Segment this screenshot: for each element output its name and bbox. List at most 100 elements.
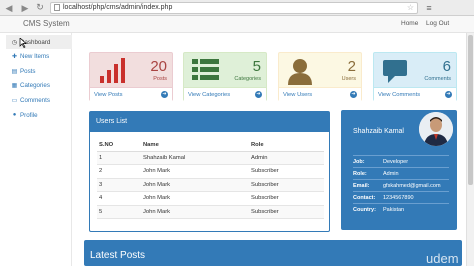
comments-count: 6 bbox=[442, 58, 451, 75]
profile-key: Job: bbox=[353, 158, 365, 165]
users-label: Users bbox=[341, 76, 356, 82]
sidebar: ◷ Dashboard ✚ New Items ▤ Posts ▦ Catego… bbox=[6, 33, 72, 266]
cell-role: Subscriber bbox=[251, 164, 324, 179]
table-row: 5 John Mark Subscriber bbox=[97, 205, 324, 219]
view-categories-text: View Categories bbox=[188, 91, 231, 98]
sidebar-item-categories[interactable]: ▦ Categories bbox=[6, 78, 72, 92]
profile-country-row: Country: Pakistan bbox=[353, 203, 449, 215]
comments-card-body: 6 Comments bbox=[374, 53, 456, 87]
arrow-right-icon: ➜ bbox=[161, 91, 168, 98]
comments-card: 6 Comments View Comments ➜ bbox=[373, 52, 457, 101]
view-users-text: View Users bbox=[283, 91, 313, 98]
cell-name: John Mark bbox=[143, 205, 251, 219]
profile-value: 1234567890 bbox=[383, 194, 414, 201]
profile-role-row: Role: Admin bbox=[353, 167, 449, 179]
arrow-right-icon: ➜ bbox=[445, 91, 452, 98]
cell-sno: 4 bbox=[97, 191, 143, 206]
cell-role: Admin bbox=[251, 151, 324, 165]
header-sno: S.NO bbox=[97, 140, 143, 152]
users-card-body: 2 Users bbox=[279, 53, 361, 87]
table-row: 1 Shahzaib Kamal Admin bbox=[97, 151, 324, 165]
user-icon: ● bbox=[12, 112, 17, 118]
user-silhouette-icon bbox=[288, 59, 312, 85]
list-grid-icon bbox=[192, 59, 219, 80]
bar-chart-icon bbox=[100, 58, 125, 83]
sidebar-item-label: Posts bbox=[20, 67, 36, 75]
forward-icon[interactable]: ▶ bbox=[18, 1, 32, 15]
posts-count: 20 bbox=[150, 58, 167, 75]
cell-name: John Mark bbox=[143, 164, 251, 179]
comment-icon: ▭ bbox=[11, 97, 18, 104]
mouse-cursor-icon bbox=[19, 38, 27, 48]
profile-name: Shahzaib Kamal bbox=[353, 128, 404, 135]
view-posts-link[interactable]: View Posts ➜ bbox=[90, 87, 172, 101]
latest-posts-title: Latest Posts bbox=[90, 250, 146, 261]
table-row: 3 John Mark Subscriber bbox=[97, 178, 324, 192]
profile-panel: Shahzaib Kamal Job: Developer Role: Admi… bbox=[341, 110, 457, 230]
reload-icon[interactable]: ↻ bbox=[34, 2, 46, 13]
comments-label: Comments bbox=[424, 76, 451, 82]
cell-sno: 1 bbox=[97, 151, 143, 165]
cell-sno: 3 bbox=[97, 178, 143, 192]
sidebar-item-comments[interactable]: ▭ Comments bbox=[6, 93, 72, 107]
bookmark-star-icon[interactable]: ☆ bbox=[407, 3, 414, 12]
view-comments-link[interactable]: View Comments ➜ bbox=[374, 87, 456, 101]
back-icon[interactable]: ◀ bbox=[2, 1, 16, 15]
cell-role: Subscriber bbox=[251, 191, 324, 206]
sidebar-item-dashboard[interactable]: ◷ Dashboard bbox=[6, 35, 72, 49]
cell-name: John Mark bbox=[143, 178, 251, 192]
categories-card-body: 5 Categories bbox=[184, 53, 266, 87]
sidebar-item-profile[interactable]: ● Profile bbox=[6, 108, 72, 122]
home-link[interactable]: Home bbox=[401, 20, 418, 27]
page-scrollbar[interactable] bbox=[466, 33, 474, 266]
profile-value: Admin bbox=[383, 170, 399, 177]
users-card: 2 Users View Users ➜ bbox=[278, 52, 362, 101]
cell-sno: 5 bbox=[97, 205, 143, 219]
avatar bbox=[419, 112, 453, 146]
scroll-thumb[interactable] bbox=[468, 35, 473, 185]
table-row: 2 John Mark Subscriber bbox=[97, 164, 324, 179]
table-header-row: S.NO Name Role bbox=[97, 140, 324, 152]
browser-menu-icon[interactable]: ≡ bbox=[424, 3, 434, 13]
folder-icon: ▦ bbox=[11, 82, 18, 89]
header-name: Name bbox=[143, 140, 251, 152]
cell-role: Subscriber bbox=[251, 178, 324, 192]
avatar-photo-icon bbox=[419, 112, 453, 146]
view-categories-link[interactable]: View Categories ➜ bbox=[184, 87, 266, 101]
url-text: localhost/php/cms/admin/index.php bbox=[63, 4, 173, 11]
latest-posts-panel: Latest Posts bbox=[84, 240, 462, 266]
view-users-link[interactable]: View Users ➜ bbox=[279, 87, 361, 101]
table-row: 4 John Mark Subscriber bbox=[97, 191, 324, 206]
sidebar-item-posts[interactable]: ▤ Posts bbox=[6, 64, 72, 78]
posts-label: Posts bbox=[153, 76, 167, 82]
cell-name: Shahzaib Kamal bbox=[143, 151, 251, 165]
sidebar-item-label: Profile bbox=[20, 111, 38, 119]
brand-title[interactable]: CMS System bbox=[23, 19, 70, 28]
profile-key: Country: bbox=[353, 206, 376, 213]
header-role: Role bbox=[251, 140, 324, 152]
profile-value: gfskahmed@gmail.com bbox=[383, 182, 441, 189]
sidebar-item-label: New Items bbox=[20, 52, 50, 60]
categories-card: 5 Categories View Categories ➜ bbox=[183, 52, 267, 101]
users-count: 2 bbox=[347, 58, 356, 75]
cell-name: John Mark bbox=[143, 191, 251, 206]
users-table: S.NO Name Role 1 Shahzaib Kamal Admin 2 … bbox=[97, 140, 324, 219]
profile-key: Role: bbox=[353, 170, 367, 177]
plus-icon: ✚ bbox=[11, 53, 18, 60]
logout-link[interactable]: Log Out bbox=[426, 20, 449, 27]
sidebar-item-new-items[interactable]: ✚ New Items bbox=[6, 49, 72, 63]
categories-label: Categories bbox=[234, 76, 261, 82]
profile-key: Contact: bbox=[353, 194, 376, 201]
profile-job-row: Job: Developer bbox=[353, 155, 449, 167]
profile-key: Email: bbox=[353, 182, 370, 189]
users-list-panel: Users List S.NO Name Role 1 Shahzaib Kam… bbox=[89, 111, 330, 232]
cell-role: Subscriber bbox=[251, 205, 324, 219]
profile-email-row: Email: gfskahmed@gmail.com bbox=[353, 179, 449, 191]
page-icon bbox=[54, 4, 60, 11]
clock-icon: ◷ bbox=[11, 39, 18, 46]
address-bar[interactable]: localhost/php/cms/admin/index.php ☆ bbox=[50, 1, 418, 14]
users-list-title: Users List bbox=[90, 112, 329, 132]
posts-card: 20 Posts View Posts ➜ bbox=[89, 52, 173, 101]
view-comments-text: View Comments bbox=[378, 91, 421, 98]
view-posts-text: View Posts bbox=[94, 91, 123, 98]
